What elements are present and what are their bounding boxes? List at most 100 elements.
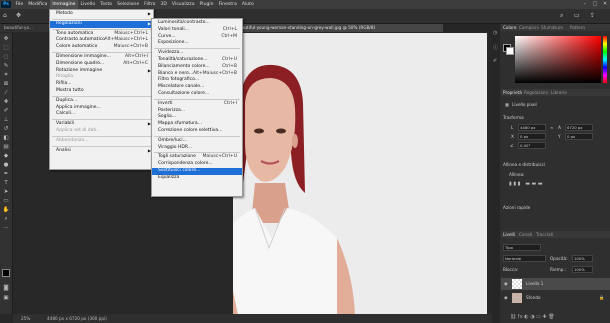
menu-finestra[interactable]: Finestra <box>216 0 239 9</box>
tab-campioni[interactable]: Campioni <box>519 25 539 30</box>
marquee-icon[interactable]: ⬚ <box>2 45 10 52</box>
frame-icon[interactable]: ⊠ <box>2 81 10 88</box>
stamp-icon[interactable]: ⊥ <box>2 117 10 124</box>
info-icon[interactable]: ⓘ <box>493 44 498 51</box>
blend-mode-select[interactable]: Normale <box>503 255 546 262</box>
screen-mode-icon[interactable]: ▣ <box>2 295 10 302</box>
blur-icon[interactable]: ◆ <box>2 153 10 160</box>
x-field[interactable]: 0 px <box>518 133 546 140</box>
tab-document-active[interactable]: portrait-of-beautiful-young-woman-standi… <box>210 24 443 32</box>
zoom-level[interactable]: 25% <box>21 314 30 323</box>
opacity-field[interactable]: 100% <box>572 255 593 262</box>
workspace-icon[interactable]: ▭ <box>574 12 580 19</box>
maximize-icon[interactable]: □ <box>590 0 600 9</box>
adjust-menu-item[interactable]: Sostituisci colore... <box>152 168 242 175</box>
color-picker-field[interactable] <box>515 36 601 83</box>
adjust-menu-item[interactable]: Inverti Ctrl+I <box>152 101 242 108</box>
brush-icon[interactable]: ✐ <box>2 108 10 115</box>
tab-canali[interactable]: Canali <box>519 232 532 237</box>
image-menu-item[interactable]: Dimensione immagine... Alt+Ctrl+I <box>50 54 153 61</box>
adjust-menu-item[interactable]: Correzione colore selettiva... <box>152 128 242 135</box>
layer-row-sfondo[interactable]: ◉ Sfondo 🔒 <box>501 292 610 304</box>
tab-librerie[interactable]: Librerie <box>551 90 567 95</box>
layer-name[interactable]: Livello 1 <box>526 281 543 286</box>
hue-slider[interactable] <box>603 36 607 83</box>
hand-icon[interactable]: ✋ <box>2 207 10 214</box>
pen-icon[interactable]: ✒ <box>2 171 10 178</box>
menu-testo[interactable]: Testo <box>98 0 115 9</box>
adjust-menu-item[interactable]: Valori tonali... Ctrl+L <box>152 27 242 34</box>
menu-file[interactable]: File <box>13 0 26 9</box>
menu-selezione[interactable]: Selezione <box>115 0 142 9</box>
tab-document-1[interactable]: beautiful-yo... <box>0 24 56 32</box>
close-icon[interactable]: ✕ <box>600 0 610 9</box>
tab-proprieta[interactable]: Proprietà <box>503 90 522 95</box>
quick-mask-icon[interactable]: ◙ <box>2 285 10 292</box>
y-field[interactable]: 0 px <box>565 133 593 140</box>
layer-name[interactable]: Sfondo <box>526 295 541 300</box>
brush-settings-icon[interactable]: ✐ <box>493 58 497 64</box>
tab-livelli[interactable]: Livelli <box>503 232 515 237</box>
image-menu-item[interactable]: Dimensione quadro... Alt+Ctrl+C <box>50 61 153 68</box>
layer-row-livello-1[interactable]: ◉ Livello 1 <box>501 278 610 290</box>
image-menu-item[interactable]: Duplica... <box>50 98 153 105</box>
angle-field[interactable]: 0,00° <box>518 142 546 149</box>
tab-colore[interactable]: Colore <box>503 25 516 30</box>
minimize-icon[interactable]: – <box>580 0 590 9</box>
adjust-menu-item[interactable]: Luminosità/contrasto... <box>152 20 242 27</box>
menu-visualizza[interactable]: Visualizza <box>169 0 197 9</box>
image-menu-item[interactable]: Regolazioni ▶ <box>50 20 153 28</box>
align-buttons[interactable]: ▮ ▮ ▮ ▬ ▬ ▬ <box>509 181 543 187</box>
image-menu-item[interactable]: Metodo ▶ <box>50 11 153 18</box>
image-menu-item[interactable]: Variabili ▶ <box>50 121 153 128</box>
image-menu-item[interactable]: Rifila... <box>50 81 153 88</box>
tab-pattern[interactable]: Pattern <box>570 25 585 30</box>
image-menu-item[interactable]: Calcoli... <box>50 111 153 118</box>
tab-regolazioni[interactable]: Regolazioni <box>524 90 548 95</box>
rectangle-icon[interactable]: ▭ <box>2 198 10 205</box>
eraser-icon[interactable]: ◧ <box>2 135 10 142</box>
adjust-menu-item[interactable]: Miscelatore canale... <box>152 84 242 91</box>
crop-icon[interactable]: ⌗ <box>2 72 10 79</box>
image-menu-item[interactable]: Mostra tutto <box>50 88 153 95</box>
bg-color-swatch[interactable] <box>506 47 514 55</box>
home-icon[interactable]: ⌂ <box>3 12 7 19</box>
adjust-menu-item[interactable]: Ombre/luci... <box>152 138 242 145</box>
menu-plugin[interactable]: Plugin <box>197 0 216 9</box>
menu-filtro[interactable]: Filtro <box>142 0 158 9</box>
dodge-icon[interactable]: ● <box>2 162 10 169</box>
adjust-menu-item[interactable]: Tonalità/saturazione... Ctrl+U <box>152 57 242 64</box>
menu-immagine[interactable]: Immagine <box>49 0 78 9</box>
height-field[interactable]: 6720 px <box>565 124 593 131</box>
layer-actions-icons[interactable]: ⛓ fx ◐ ◑ ▭ ✚ 🗑 <box>510 314 555 320</box>
type-icon[interactable]: T <box>2 180 10 187</box>
tab-sfumature[interactable]: Sfumature <box>541 25 563 30</box>
tab-tracciati[interactable]: Tracciati <box>536 232 553 237</box>
quick-actions-title[interactable]: Azioni rapide <box>503 205 530 210</box>
adjust-menu-item[interactable]: Bilanciamento colore... Ctrl+B <box>152 64 242 71</box>
layer-filter-select[interactable]: Tipo <box>503 244 541 251</box>
move-tool-icon[interactable]: ✥ <box>16 12 21 19</box>
gradient-icon[interactable]: ▤ <box>2 144 10 151</box>
image-menu-item[interactable]: Colore automatico Maiusc+Ctrl+B <box>50 44 153 51</box>
history-brush-icon[interactable]: ↺ <box>2 126 10 133</box>
path-select-icon[interactable]: ➤ <box>2 189 10 196</box>
align-section-title[interactable]: Allinea e distribuisci <box>503 162 545 167</box>
visibility-eye-icon[interactable]: ◉ <box>504 295 508 300</box>
link-icon[interactable]: ∞ <box>550 125 554 130</box>
visibility-eye-icon[interactable]: ◉ <box>504 281 508 286</box>
more-tools-icon[interactable]: ··· <box>2 225 10 232</box>
move-icon[interactable]: ✥ <box>2 36 10 43</box>
share-icon[interactable]: ⇪ <box>590 12 595 19</box>
menu-3d[interactable]: 3D <box>158 0 169 9</box>
adjust-menu-item[interactable]: Vividezza... <box>152 50 242 57</box>
zoom-icon[interactable]: ⌕ <box>2 216 10 223</box>
lasso-icon[interactable]: ◌ <box>2 54 10 61</box>
adjust-menu-item[interactable]: Viraggio HDR... <box>152 145 242 152</box>
adjust-menu-item[interactable]: Mappa sfumatura... <box>152 121 242 128</box>
menu-livello[interactable]: Livello <box>78 0 98 9</box>
fill-field[interactable]: 100% <box>572 266 593 273</box>
document-image[interactable] <box>233 33 487 315</box>
foreground-color-swatch[interactable] <box>2 269 10 277</box>
history-icon[interactable]: ◷ <box>493 30 497 36</box>
